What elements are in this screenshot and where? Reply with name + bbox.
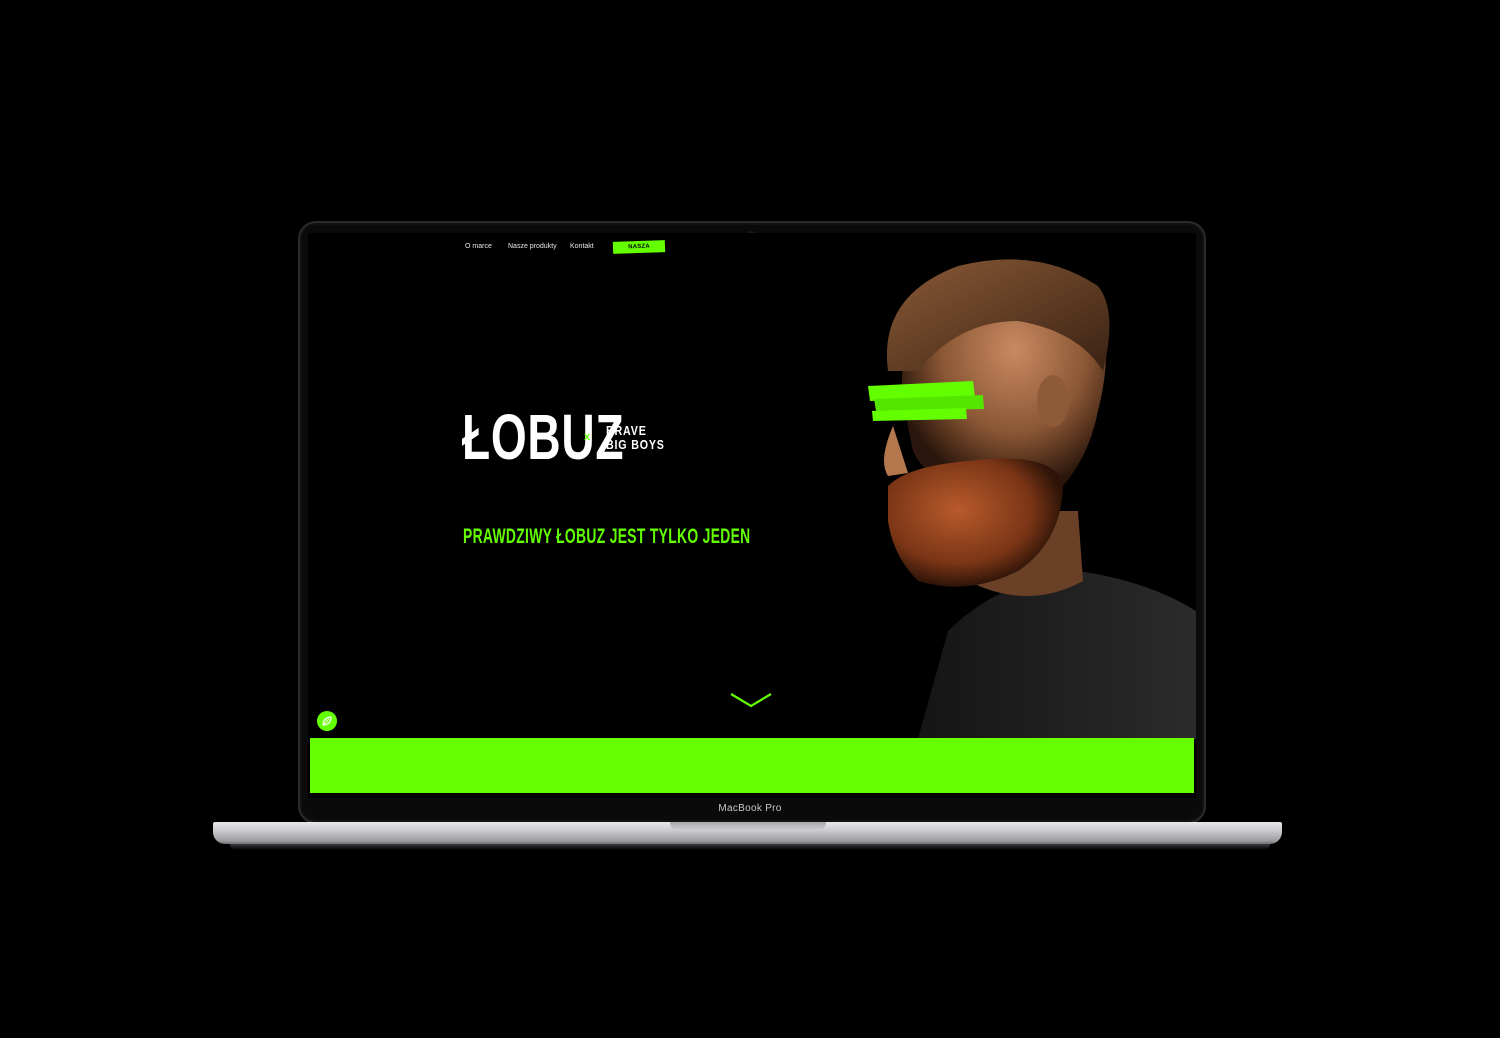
device-label: MacBook Pro xyxy=(718,803,782,814)
brand-logo: ŁOBUZ xyxy=(462,401,625,473)
mockup-stage: O marce Nasze produkty Kontakt NASZA KOL… xyxy=(0,0,1500,1038)
partner-line-1: BRAVE xyxy=(606,423,647,438)
nav-nasza-kolekcja-button[interactable]: NASZA KOLEKCJA xyxy=(612,240,666,263)
nav-kontakt[interactable]: Kontakt xyxy=(570,243,594,250)
chat-icon[interactable] xyxy=(317,711,337,731)
laptop-base-shadow xyxy=(230,844,1270,850)
nav-nasze-produkty[interactable]: Nasze produkty xyxy=(508,243,557,250)
collab-separator: x xyxy=(584,431,591,443)
laptop-notch xyxy=(670,822,826,831)
nav-o-marce[interactable]: O marce xyxy=(465,243,492,250)
leaf-icon xyxy=(322,716,332,726)
partner-brand: BRAVE BIG BOYS xyxy=(606,424,665,452)
hero-tagline: PRAWDZIWY ŁOBUZ JEST TYLKO JEDEN xyxy=(463,525,751,548)
section-divider-band xyxy=(310,738,1194,793)
website-screen: O marce Nasze produkty Kontakt NASZA KOL… xyxy=(308,233,1196,798)
chevron-down-icon[interactable] xyxy=(729,690,773,710)
hero-portrait-image xyxy=(868,259,1196,739)
partner-line-2: BIG BOYS xyxy=(606,437,665,452)
